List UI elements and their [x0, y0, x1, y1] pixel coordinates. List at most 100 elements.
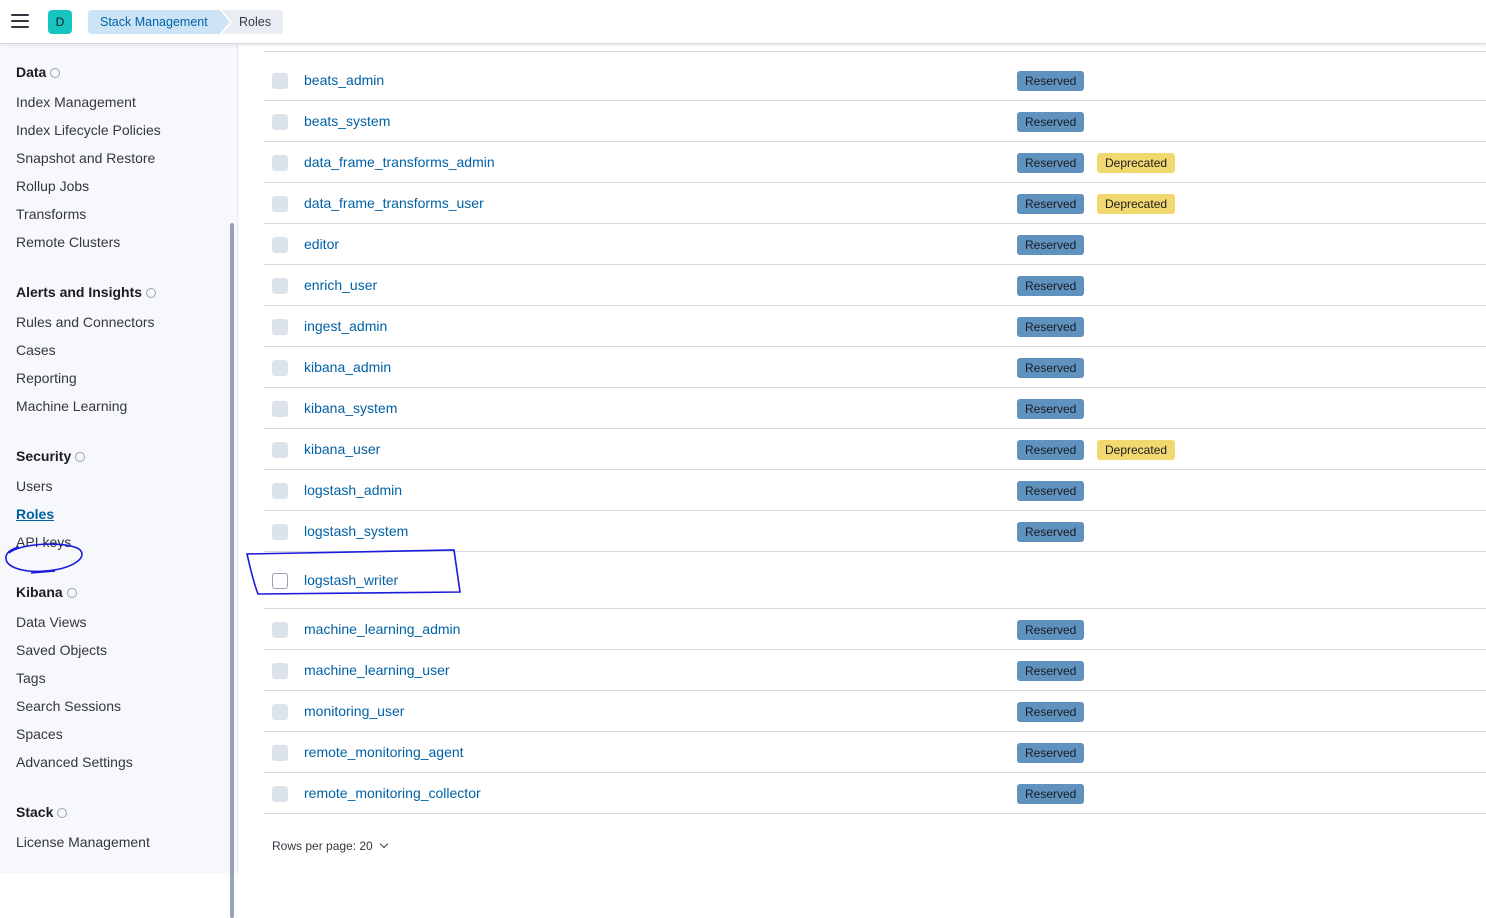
info-icon — [75, 452, 86, 463]
table-row: kibana_user Reserved Deprecated — [264, 429, 1486, 470]
sidebar-item[interactable]: API keys — [16, 534, 71, 550]
reserved-badge: Reserved — [1017, 317, 1085, 337]
sidebar-item[interactable]: Snapshot and Restore — [16, 150, 155, 166]
sidebar-item[interactable]: Reporting — [16, 370, 77, 386]
row-checkbox[interactable] — [272, 745, 288, 761]
row-checkbox[interactable] — [272, 573, 288, 589]
role-name-link[interactable]: logstash_writer — [304, 572, 398, 588]
row-checkbox[interactable] — [272, 360, 288, 376]
role-name-link[interactable]: remote_monitoring_agent — [304, 744, 464, 760]
role-name-link[interactable]: kibana_admin — [304, 359, 391, 375]
info-icon — [146, 288, 157, 299]
table-row: logstash_writer — [264, 552, 1486, 609]
sidebar-item[interactable]: Tags — [16, 670, 46, 686]
row-checkbox[interactable] — [272, 524, 288, 540]
sidebar-item[interactable]: Users — [16, 478, 53, 494]
info-icon — [66, 588, 77, 599]
row-checkbox[interactable] — [272, 73, 288, 89]
role-name-link[interactable]: kibana_system — [304, 400, 397, 416]
sidebar-item[interactable]: Roles — [16, 506, 54, 522]
sidebar-item[interactable]: Index Lifecycle Policies — [16, 122, 161, 138]
reserved-badge: Reserved — [1017, 276, 1085, 296]
breadcrumb-stack-management[interactable]: Stack Management — [88, 10, 230, 34]
row-checkbox[interactable] — [272, 196, 288, 212]
sidebar-item[interactable]: Advanced Settings — [16, 754, 133, 770]
reserved-badge: Reserved — [1017, 112, 1085, 132]
reserved-badge: Reserved — [1017, 194, 1085, 214]
sidebar-item[interactable]: Cases — [16, 342, 56, 358]
table-row: enrich_user Reserved — [264, 265, 1486, 306]
table-row: remote_monitoring_agent Reserved — [264, 732, 1486, 773]
space-avatar[interactable]: D — [48, 10, 72, 34]
reserved-badge: Reserved — [1017, 784, 1085, 804]
sidebar-scrollbar[interactable] — [230, 223, 234, 918]
row-checkbox[interactable] — [272, 442, 288, 458]
sidebar-item[interactable]: Transforms — [16, 206, 86, 222]
table-row: beats_system Reserved — [264, 101, 1486, 142]
role-name-link[interactable]: beats_admin — [304, 72, 384, 88]
deprecated-badge: Deprecated — [1097, 153, 1176, 173]
row-checkbox[interactable] — [272, 319, 288, 335]
table-row: ingest_admin Reserved — [264, 306, 1486, 347]
sidebar-item[interactable]: Saved Objects — [16, 642, 107, 658]
role-name-link[interactable]: machine_learning_admin — [304, 621, 460, 637]
row-checkbox[interactable] — [272, 622, 288, 638]
deprecated-badge: Deprecated — [1097, 440, 1176, 460]
role-name-link[interactable]: data_frame_transforms_user — [304, 195, 484, 211]
table-row: kibana_system Reserved — [264, 388, 1486, 429]
reserved-badge: Reserved — [1017, 661, 1085, 681]
sidebar-item[interactable]: Rollup Jobs — [16, 178, 89, 194]
sidebar-item[interactable]: Search Sessions — [16, 698, 121, 714]
row-checkbox[interactable] — [272, 663, 288, 679]
reserved-badge: Reserved — [1017, 440, 1085, 460]
menu-icon[interactable] — [11, 14, 29, 28]
sidebar-item[interactable]: License Management — [16, 834, 150, 850]
section-title-text: Data — [16, 64, 47, 80]
reserved-badge: Reserved — [1017, 235, 1085, 255]
sidebar-item[interactable]: Spaces — [16, 726, 63, 742]
role-name-link[interactable]: enrich_user — [304, 277, 377, 293]
table-row: machine_learning_admin Reserved — [264, 609, 1486, 650]
role-name-link[interactable]: data_frame_transforms_admin — [304, 154, 495, 170]
row-checkbox[interactable] — [272, 401, 288, 417]
role-name-link[interactable]: machine_learning_user — [304, 662, 450, 678]
sidebar-section-title: Alerts and Insights — [16, 284, 157, 300]
sidebar-section-title: Data — [16, 64, 61, 80]
rows-per-page-label: Rows per page: 20 — [272, 839, 373, 853]
section-title-text: Kibana — [16, 584, 63, 600]
sidebar-item[interactable]: Remote Clusters — [16, 234, 120, 250]
role-name-link[interactable]: logstash_admin — [304, 482, 402, 498]
role-name-link[interactable]: remote_monitoring_collector — [304, 785, 481, 801]
reserved-badge: Reserved — [1017, 71, 1085, 91]
row-checkbox[interactable] — [272, 786, 288, 802]
role-name-link[interactable]: ingest_admin — [304, 318, 387, 334]
sidebar-item[interactable]: Machine Learning — [16, 398, 127, 414]
table-row: monitoring_user Reserved — [264, 691, 1486, 732]
reserved-badge: Reserved — [1017, 153, 1085, 173]
role-name-link[interactable]: editor — [304, 236, 339, 252]
breadcrumb-roles: Roles — [222, 10, 283, 34]
table-row: data_frame_transforms_admin Reserved Depre… — [264, 142, 1486, 183]
role-name-link[interactable]: logstash_system — [304, 523, 408, 539]
role-name-link[interactable]: beats_system — [304, 113, 390, 129]
reserved-badge: Reserved — [1017, 702, 1085, 722]
row-checkbox[interactable] — [272, 114, 288, 130]
top-bar: D Stack Management Roles — [0, 0, 1486, 44]
sidebar-item[interactable]: Index Management — [16, 94, 136, 110]
info-icon — [57, 808, 68, 819]
role-name-link[interactable]: kibana_user — [304, 441, 380, 457]
table-row: kibana_admin Reserved — [264, 347, 1486, 388]
sidebar-section-title: Security — [16, 448, 86, 464]
row-checkbox[interactable] — [272, 704, 288, 720]
row-checkbox[interactable] — [272, 237, 288, 253]
row-checkbox[interactable] — [272, 155, 288, 171]
row-checkbox[interactable] — [272, 278, 288, 294]
row-checkbox[interactable] — [272, 483, 288, 499]
role-name-link[interactable]: monitoring_user — [304, 703, 404, 719]
sidebar-item[interactable]: Data Views — [16, 614, 87, 630]
rows-per-page-selector[interactable]: Rows per page: 20 — [272, 839, 388, 853]
table-row: machine_learning_user Reserved — [264, 650, 1486, 691]
table-row: logstash_admin Reserved — [264, 470, 1486, 511]
sidebar-item[interactable]: Rules and Connectors — [16, 314, 155, 330]
table-row: editor Reserved — [264, 224, 1486, 265]
